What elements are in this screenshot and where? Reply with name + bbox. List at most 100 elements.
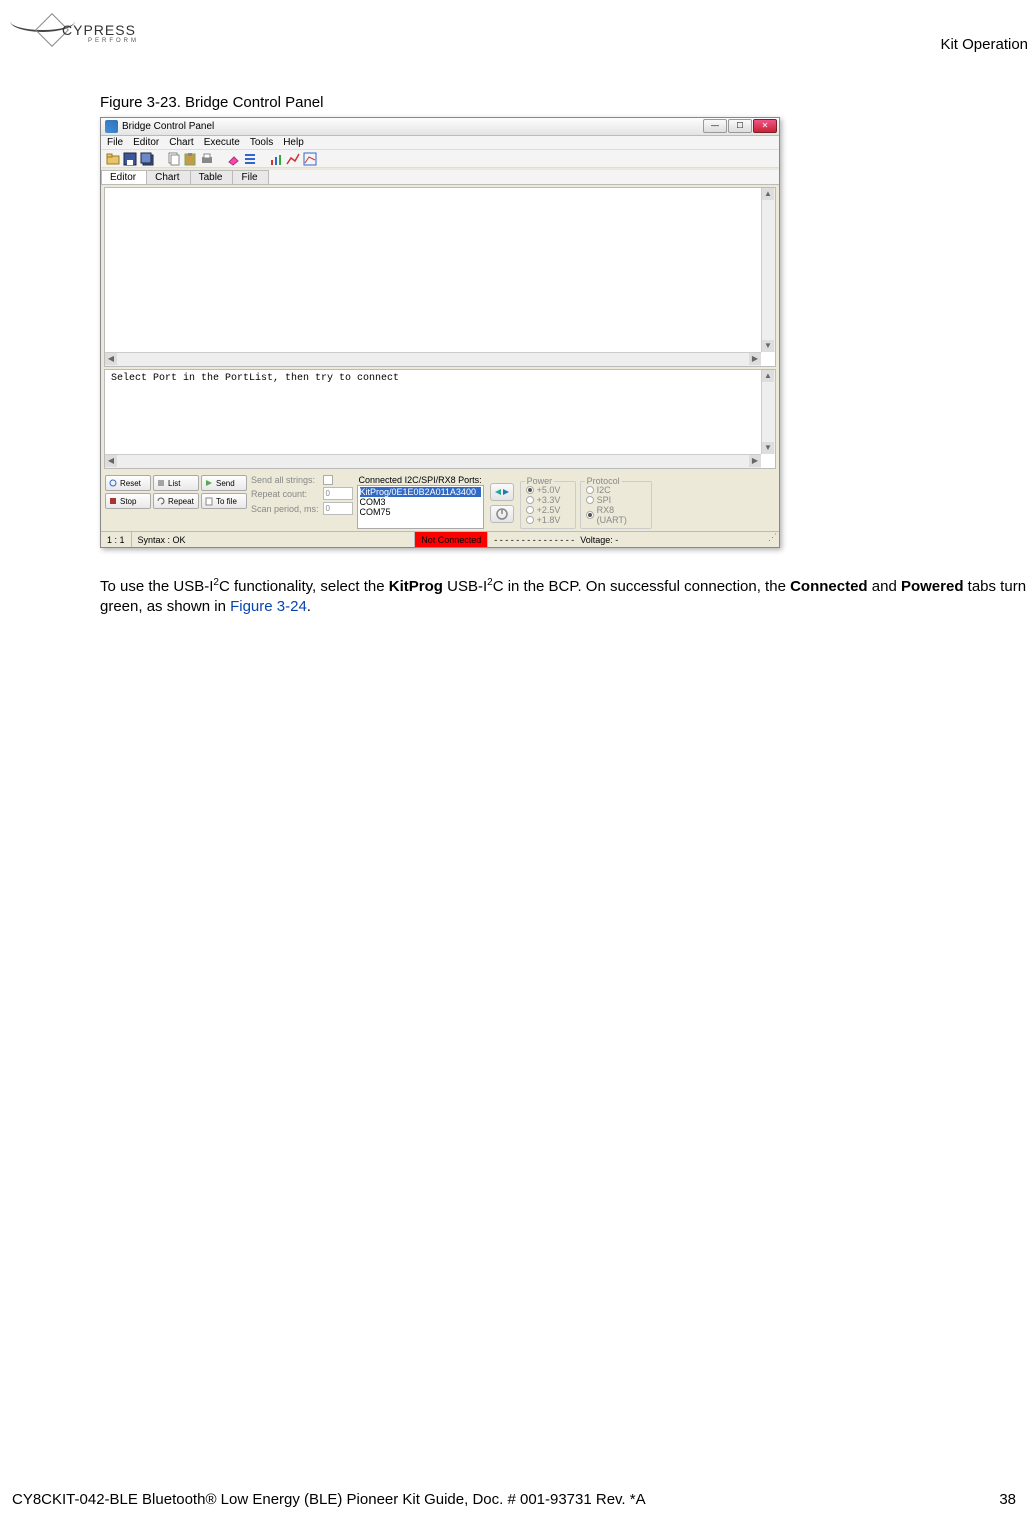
label: Repeat (168, 497, 194, 506)
menu-execute[interactable]: Execute (204, 137, 240, 148)
power-2v5[interactable]: +2.5V (526, 505, 570, 515)
ports-list[interactable]: KitProg/0E1E0B2A011A3400 COM3 COM75 (357, 485, 484, 529)
copy-icon[interactable] (166, 152, 180, 166)
scrollbar-vertical[interactable]: ▲ ▼ (761, 370, 775, 454)
open-icon[interactable] (106, 152, 120, 166)
text: . (307, 598, 311, 615)
titlebar[interactable]: Bridge Control Panel — ☐ ✕ (101, 118, 779, 136)
chart3-icon[interactable] (303, 152, 317, 166)
paste-icon[interactable] (183, 152, 197, 166)
menu-help[interactable]: Help (283, 137, 304, 148)
list-icon[interactable] (243, 152, 257, 166)
erase-icon[interactable] (226, 152, 240, 166)
action-buttons: Reset List Send Stop Repeat To file (105, 475, 247, 509)
scroll-right-icon[interactable]: ▶ (749, 455, 761, 467)
send-button[interactable]: Send (201, 475, 247, 491)
label: +1.8V (537, 515, 561, 525)
radio-icon (586, 496, 594, 504)
footer-doc-title: CY8CKIT-042-BLE Bluetooth® Low Energy (B… (12, 1491, 646, 1508)
label: I2C (597, 485, 611, 495)
scrollbar-horizontal[interactable]: ◀ ▶ (105, 352, 761, 366)
power-1v8[interactable]: +1.8V (526, 515, 570, 525)
scroll-down-icon[interactable]: ▼ (762, 442, 774, 454)
scrollbar-horizontal[interactable]: ◀ ▶ (105, 454, 761, 468)
port-prompt-text: Select Port in the PortList, then try to… (105, 370, 775, 387)
tab-chart[interactable]: Chart (146, 170, 190, 184)
figure-link[interactable]: Figure 3-24 (230, 598, 307, 615)
status-syntax: Syntax : OK (132, 532, 416, 547)
close-button[interactable]: ✕ (753, 119, 777, 133)
power-3v3[interactable]: +3.3V (526, 495, 570, 505)
tab-table[interactable]: Table (190, 170, 234, 184)
minimize-button[interactable]: — (703, 119, 727, 133)
power-group: Power +5.0V +3.3V +2.5V +1.8V (520, 481, 576, 529)
connect-button[interactable] (490, 483, 514, 501)
repeat-settings: Send all strings: Repeat count: 0 Scan p… (251, 475, 353, 515)
resize-grip-icon[interactable]: ⋰ (765, 532, 779, 547)
scroll-right-icon[interactable]: ▶ (749, 353, 761, 365)
scroll-up-icon[interactable]: ▲ (762, 188, 774, 200)
cypress-logo: CYPRESS PERFORM (10, 10, 150, 54)
label: List (168, 479, 180, 488)
power-toggle-button[interactable] (490, 505, 514, 523)
power-5v[interactable]: +5.0V (526, 485, 570, 495)
save-all-icon[interactable] (140, 152, 154, 166)
port-item[interactable]: COM75 (360, 507, 481, 517)
label: RX8 (UART) (597, 505, 646, 525)
menu-editor[interactable]: Editor (133, 137, 159, 148)
send-all-label: Send all strings: (251, 475, 319, 485)
logo-subtext: PERFORM (88, 38, 139, 44)
list-button[interactable]: List (153, 475, 199, 491)
repeat-icon (156, 496, 166, 506)
scroll-down-icon[interactable]: ▼ (762, 340, 774, 352)
separator-icon (260, 152, 266, 165)
label: To file (216, 497, 237, 506)
scan-period-input[interactable]: 0 (323, 502, 353, 515)
separator-icon (157, 152, 163, 165)
menu-chart[interactable]: Chart (169, 137, 193, 148)
menubar: File Editor Chart Execute Tools Help (101, 136, 779, 150)
radio-icon (526, 496, 534, 504)
port-item[interactable]: COM3 (360, 497, 481, 507)
repeat-button[interactable]: Repeat (153, 493, 199, 509)
scroll-left-icon[interactable]: ◀ (105, 353, 117, 365)
stop-button[interactable]: Stop (105, 493, 151, 509)
radio-icon (586, 511, 594, 519)
output-pane[interactable]: Select Port in the PortList, then try to… (104, 369, 776, 469)
list-icon (156, 478, 166, 488)
tab-editor[interactable]: Editor (101, 170, 147, 184)
radio-icon (526, 506, 534, 514)
menu-tools[interactable]: Tools (250, 137, 273, 148)
statusbar: 1 : 1 Syntax : OK Not Connected - - - - … (101, 531, 779, 547)
editor-pane[interactable]: ▲ ▼ ◀ ▶ (104, 187, 776, 367)
chart1-icon[interactable] (269, 152, 283, 166)
connect-icons (490, 483, 514, 523)
repeat-count-input[interactable]: 0 (323, 487, 353, 500)
section-title: Kit Operation (940, 10, 1030, 53)
scroll-up-icon[interactable]: ▲ (762, 370, 774, 382)
port-item[interactable]: KitProg/0E1E0B2A011A3400 (360, 487, 481, 497)
scroll-left-icon[interactable]: ◀ (105, 455, 117, 467)
text: C functionality, select the (219, 578, 389, 595)
save-icon[interactable] (123, 152, 137, 166)
protocol-rx8[interactable]: RX8 (UART) (586, 505, 646, 525)
maximize-button[interactable]: ☐ (728, 119, 752, 133)
send-all-checkbox[interactable] (323, 475, 333, 485)
reset-button[interactable]: Reset (105, 475, 151, 491)
scrollbar-vertical[interactable]: ▲ ▼ (761, 188, 775, 352)
tab-file[interactable]: File (232, 170, 268, 184)
protocol-spi[interactable]: SPI (586, 495, 646, 505)
protocol-i2c[interactable]: I2C (586, 485, 646, 495)
print-icon[interactable] (200, 152, 214, 166)
text: USB-I (443, 578, 487, 595)
status-ratio: 1 : 1 (101, 532, 132, 547)
status-dots: - - - - - - - - - - - - - - - (494, 535, 574, 545)
bcp-window: Bridge Control Panel — ☐ ✕ File Editor C… (100, 117, 780, 548)
power-label: Power (525, 476, 555, 486)
send-icon (204, 478, 214, 488)
radio-icon (586, 486, 594, 494)
menu-file[interactable]: File (107, 137, 123, 148)
tofile-button[interactable]: To file (201, 493, 247, 509)
chart2-icon[interactable] (286, 152, 300, 166)
bold-text: Powered (901, 578, 964, 595)
